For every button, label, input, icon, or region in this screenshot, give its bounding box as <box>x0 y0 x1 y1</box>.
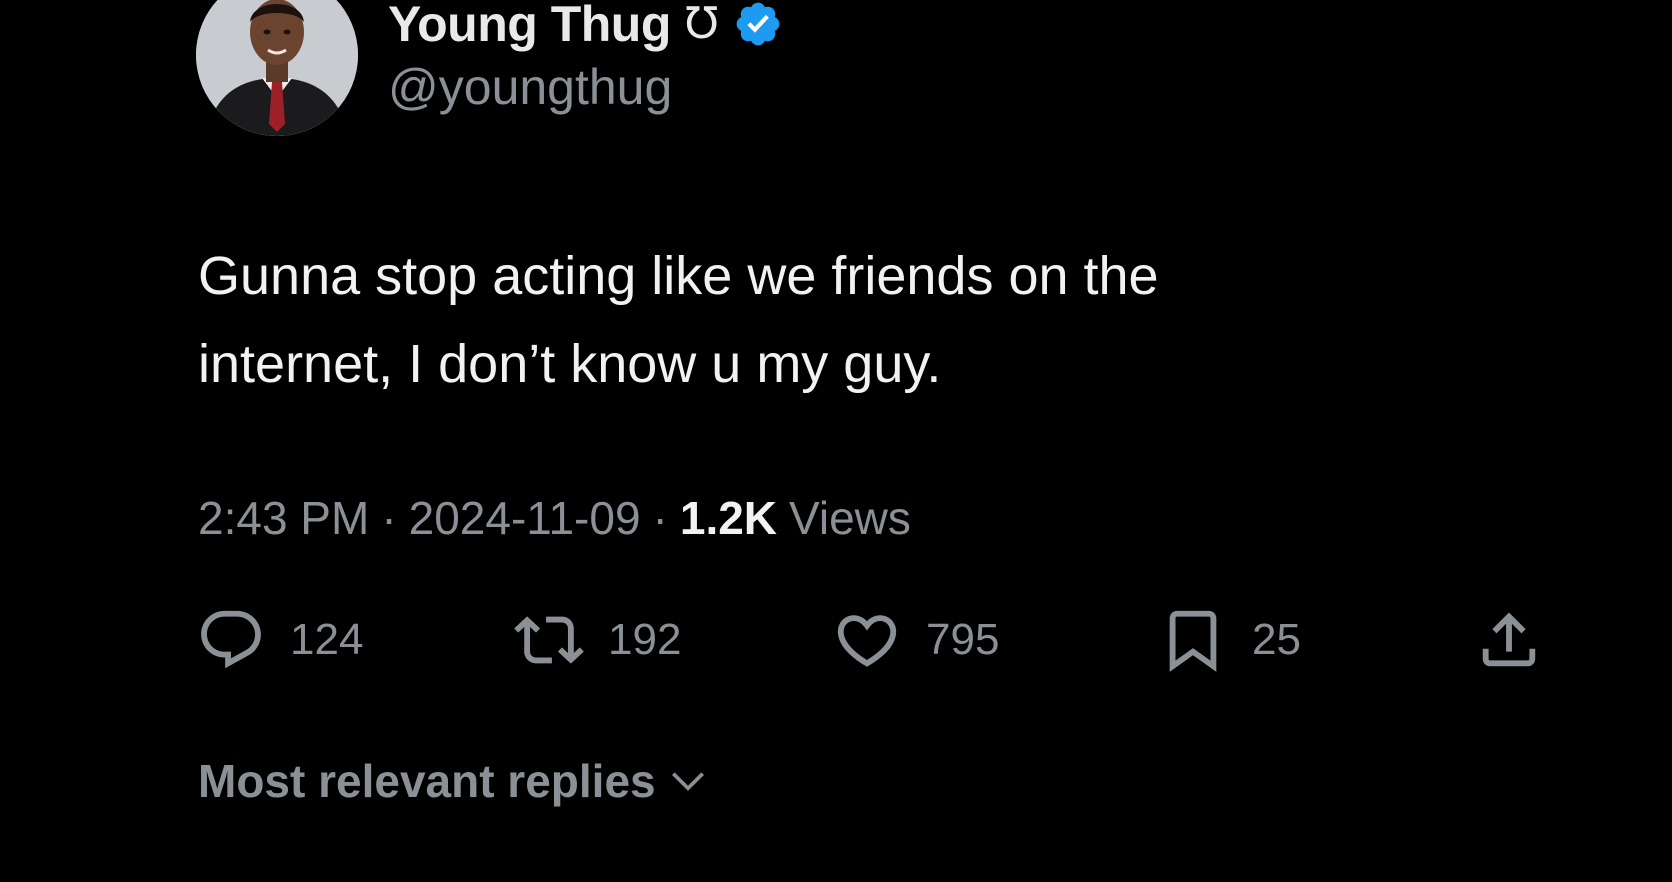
bookmark-count: 25 <box>1252 615 1301 664</box>
bookmark-button[interactable]: 25 <box>1158 604 1301 676</box>
verified-badge-icon[interactable] <box>733 0 783 49</box>
share-icon <box>1482 612 1536 667</box>
reply-button[interactable]: 124 <box>196 604 363 676</box>
retweet-button[interactable]: 192 <box>514 604 681 676</box>
views-label: Views <box>789 492 911 544</box>
tweet-actions: 124 192 795 25 <box>196 604 1556 676</box>
avatar-photo <box>196 0 358 136</box>
bookmark-icon <box>1169 610 1217 672</box>
name-glyph: Ʊ <box>684 0 719 49</box>
author-display-name[interactable]: Young Thug <box>388 0 671 53</box>
replies-sort-label: Most relevant replies <box>198 755 656 807</box>
author-name-row: Young Thug Ʊ <box>388 0 783 54</box>
meta-separator: · <box>381 492 397 544</box>
tweet-text: Gunna stop acting like we friends on the… <box>198 246 1159 394</box>
reply-icon <box>201 610 261 669</box>
author-handle[interactable]: @youngthug <box>388 58 672 116</box>
tweet-time[interactable]: 2:43 PM <box>198 491 369 545</box>
retweet-count: 192 <box>608 615 682 664</box>
share-button[interactable] <box>1474 604 1544 676</box>
tweet-date[interactable]: 2024-11-09 <box>409 491 641 545</box>
tweet-detail: Young Thug Ʊ @youngthug Gunna stop actin… <box>0 0 1672 882</box>
author-avatar[interactable] <box>196 0 358 136</box>
views-count[interactable]: 1.2K <box>680 491 777 545</box>
replies-sort-dropdown[interactable]: Most relevant replies <box>198 754 710 808</box>
reply-count: 124 <box>290 615 364 664</box>
retweet-icon <box>514 616 584 664</box>
chevron-down-icon <box>671 772 704 791</box>
heart-icon <box>837 615 897 667</box>
tweet-meta: 2:43 PM · 2024-11-09 · 1.2K Views <box>198 488 911 548</box>
like-count: 795 <box>926 615 1000 664</box>
like-button[interactable]: 795 <box>832 604 999 676</box>
meta-separator: · <box>652 492 668 544</box>
